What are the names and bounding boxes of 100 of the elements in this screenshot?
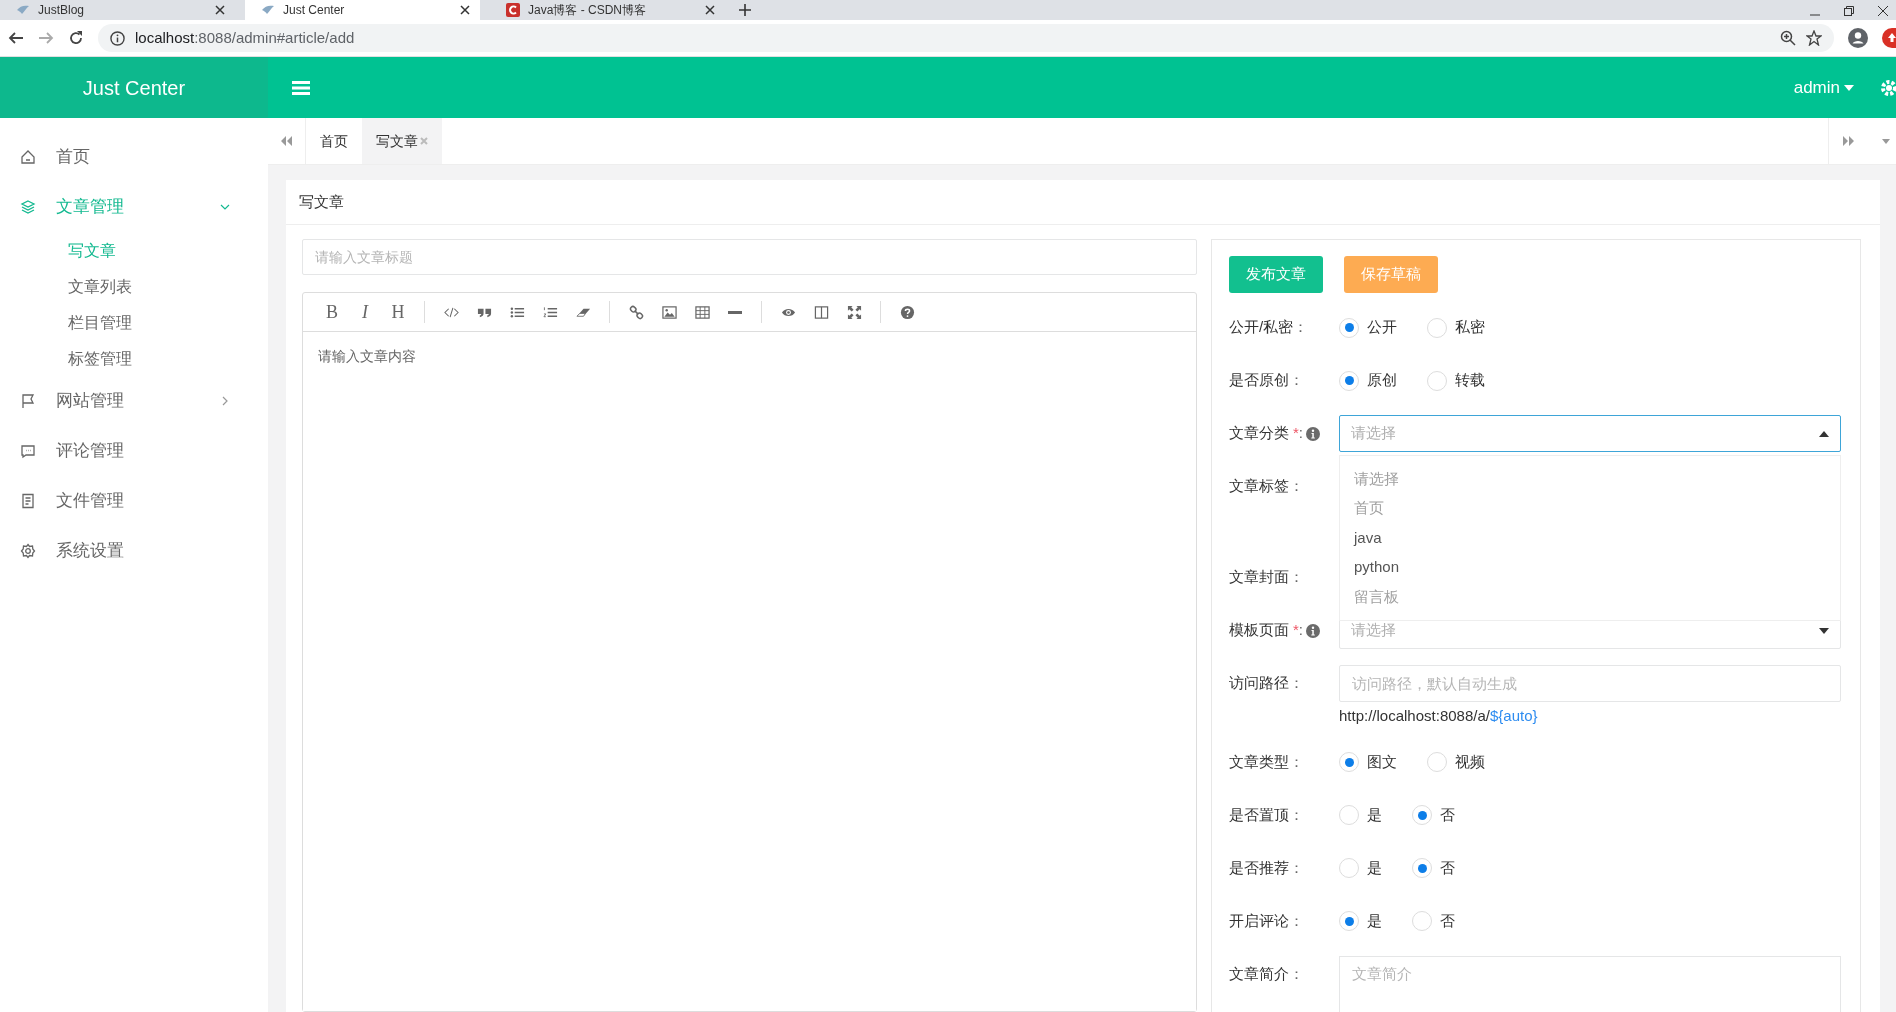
home-icon xyxy=(20,149,36,165)
radio-label: 否 xyxy=(1440,857,1455,878)
format-button[interactable]: I xyxy=(350,297,380,327)
url-text: localhost:8088/admin#article/add xyxy=(135,27,355,48)
flag-icon xyxy=(20,393,36,409)
layers-icon xyxy=(20,199,36,215)
radio-button[interactable] xyxy=(1412,858,1432,878)
url-hint: http://localhost:8088/a/ xyxy=(1339,707,1490,724)
field-label: 文章标签： xyxy=(1229,476,1304,497)
account-icon[interactable] xyxy=(1848,28,1868,48)
radio-label: 是 xyxy=(1367,910,1382,931)
panel-title: 写文章 xyxy=(299,191,344,212)
field-label: 文章封面： xyxy=(1229,567,1304,588)
brand-title: Just Center xyxy=(0,57,268,118)
star-icon[interactable] xyxy=(1806,30,1822,46)
radio-label: 否 xyxy=(1440,910,1455,931)
link-icon xyxy=(628,304,644,320)
sidebar-item[interactable]: 文件管理 xyxy=(0,476,268,526)
field-label: 开启评论： xyxy=(1229,910,1304,931)
page-tab[interactable]: 写文章 xyxy=(362,118,442,164)
restore-icon[interactable] xyxy=(1844,6,1854,16)
caret-icon xyxy=(1819,430,1829,437)
browser-tab[interactable]: Just Center xyxy=(245,0,480,20)
radio-label: 否 xyxy=(1440,804,1455,825)
page-tab[interactable]: 首页 xyxy=(306,118,362,164)
menu-icon[interactable] xyxy=(292,79,310,96)
field-label: 文章简介： xyxy=(1229,963,1304,984)
document-icon xyxy=(20,493,36,509)
logo-icon xyxy=(506,3,520,17)
settings-icon xyxy=(20,543,36,559)
markdown-editor[interactable]: B I H 请输入文章内容 xyxy=(302,292,1197,1012)
radio-label: 是 xyxy=(1367,804,1382,825)
radio-label: 公开 xyxy=(1367,317,1397,338)
submenu-item[interactable]: 文章列表 xyxy=(68,275,132,299)
close-icon[interactable] xyxy=(460,5,470,15)
close-icon[interactable] xyxy=(705,5,715,15)
radio-button[interactable] xyxy=(1427,752,1447,772)
radio-label: 图文 xyxy=(1367,751,1397,772)
zoom-icon[interactable] xyxy=(1780,30,1796,46)
sidebar-item[interactable]: 评论管理 xyxy=(0,426,268,476)
radio-button[interactable] xyxy=(1412,805,1432,825)
reload-icon[interactable] xyxy=(68,30,84,46)
new-tab-icon[interactable] xyxy=(739,4,751,16)
extension-icon[interactable] xyxy=(1882,28,1896,48)
radio-label: 转载 xyxy=(1455,370,1485,391)
forward-icon[interactable] xyxy=(38,30,54,46)
dropdown-option[interactable]: java xyxy=(1354,526,1382,549)
submenu-item[interactable]: 标签管理 xyxy=(68,347,132,371)
radio-button[interactable] xyxy=(1339,317,1359,338)
back-icon[interactable] xyxy=(8,30,24,46)
radio-button[interactable] xyxy=(1339,370,1359,391)
settings-icon[interactable] xyxy=(1880,78,1896,97)
dropdown-option[interactable]: python xyxy=(1354,556,1400,579)
radio-label: 视频 xyxy=(1455,751,1485,772)
columns-icon xyxy=(813,304,829,320)
help-icon xyxy=(899,304,915,320)
close-icon[interactable] xyxy=(215,5,225,15)
radio-button[interactable] xyxy=(1339,752,1359,772)
sidebar-item[interactable]: 系统设置 xyxy=(0,526,268,576)
field-label: 模板页面 *: xyxy=(1229,620,1303,641)
field-label: 文章分类 *: xyxy=(1229,423,1303,444)
field-label: 访问路径： xyxy=(1229,673,1304,694)
fullscreen-icon xyxy=(846,304,862,320)
caret-icon xyxy=(1882,138,1890,144)
caret-icon xyxy=(1844,84,1854,91)
double-right-icon xyxy=(1843,136,1854,146)
field-label: 是否推荐： xyxy=(1229,857,1304,878)
radio-button[interactable] xyxy=(1427,370,1447,391)
tab-title: Just Center xyxy=(283,2,346,19)
title-field[interactable]: 请输入文章标题 xyxy=(302,239,1197,275)
radio-label: 原创 xyxy=(1367,370,1397,391)
table-icon xyxy=(694,304,710,320)
radio-button[interactable] xyxy=(1339,858,1359,878)
close-icon[interactable] xyxy=(1878,6,1888,16)
summary-field[interactable]: 文章简介 xyxy=(1339,955,1841,1012)
field-label: 文章类型： xyxy=(1229,751,1304,772)
image-icon xyxy=(661,304,677,320)
sidebar-item[interactable]: 网站管理 xyxy=(0,376,268,426)
field-label: 是否置顶： xyxy=(1229,804,1304,825)
info-icon xyxy=(110,30,125,46)
submenu-item[interactable]: 栏目管理 xyxy=(68,311,132,335)
radio-label: 私密 xyxy=(1455,317,1485,338)
radio-button[interactable] xyxy=(1339,805,1359,825)
double-left-icon xyxy=(281,136,292,146)
radio-label: 是 xyxy=(1367,857,1382,878)
field-label: 公开/私密： xyxy=(1229,317,1309,338)
tab-title: Java博客 - CSDN博客 xyxy=(528,2,647,19)
path-field[interactable]: 访问路径，默认自动生成 xyxy=(1339,665,1841,702)
format-button[interactable]: H xyxy=(383,297,413,327)
address-bar[interactable]: localhost:8088/admin#article/add xyxy=(98,24,1834,52)
radio-button[interactable] xyxy=(1427,317,1447,338)
numbered-list-icon xyxy=(542,304,558,320)
chat-icon xyxy=(20,443,36,459)
radio-button[interactable] xyxy=(1412,911,1432,931)
sidebar-item[interactable]: 首页 xyxy=(0,132,268,182)
caret-icon xyxy=(1819,627,1829,634)
url-link[interactable]: ${auto} xyxy=(1489,707,1538,724)
tab-title: JustBlog xyxy=(38,2,86,19)
format-button[interactable]: B xyxy=(317,297,347,327)
radio-button[interactable] xyxy=(1339,911,1359,931)
